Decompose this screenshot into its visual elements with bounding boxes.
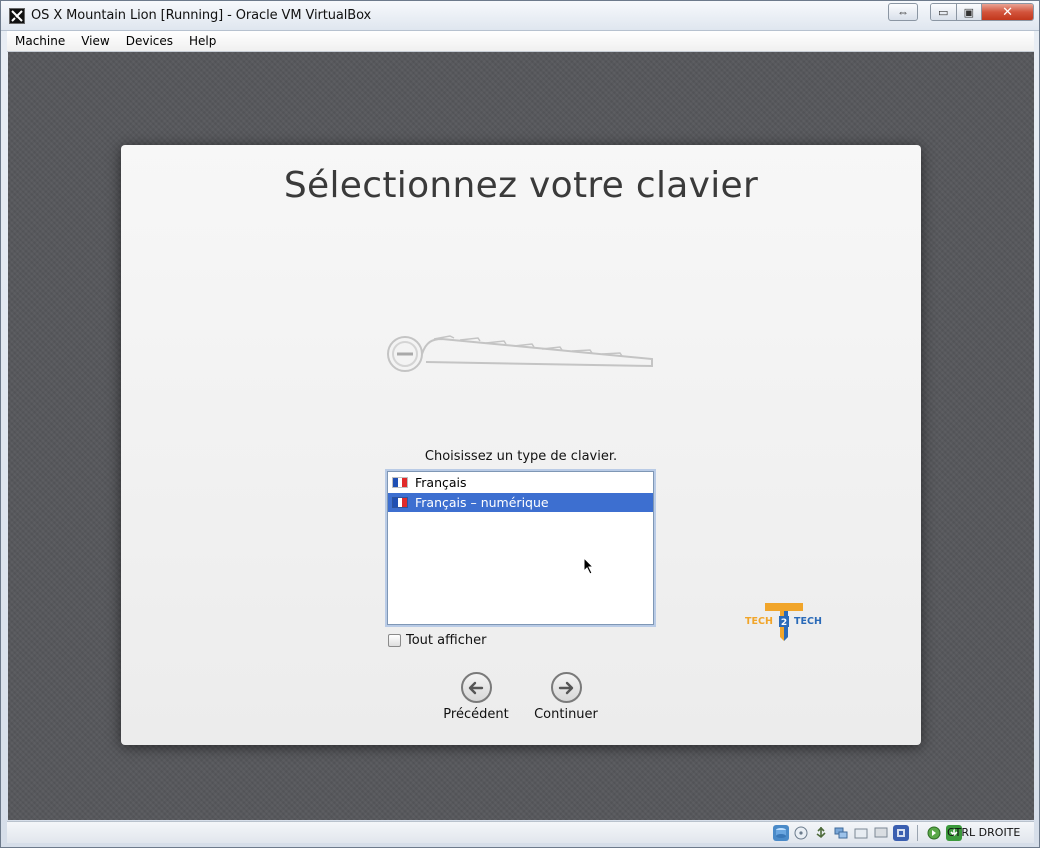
list-item-francais[interactable]: Français — [388, 473, 653, 492]
logo-digit: 2 — [781, 618, 787, 628]
network-icon[interactable] — [833, 825, 849, 841]
resize-button[interactable]: ⇔ — [888, 3, 918, 21]
list-item-label: Français — [415, 475, 467, 490]
arrow-right-icon — [550, 672, 582, 703]
menu-view[interactable]: View — [73, 31, 117, 52]
show-all-label: Tout afficher — [406, 633, 487, 648]
continue-label: Continuer — [534, 707, 598, 722]
status-bar: CTRL DROITE — [7, 821, 1034, 843]
title-bar[interactable]: OS X Mountain Lion [Running] - Oracle VM… — [1, 1, 1039, 31]
french-flag-icon — [392, 497, 408, 508]
tech2tech-logo: 2 TECH TECH — [739, 601, 829, 648]
status-separator — [917, 825, 918, 841]
status-icons — [773, 825, 962, 841]
back-label: Précédent — [443, 707, 509, 722]
display-icon[interactable] — [873, 825, 889, 841]
french-flag-icon — [392, 477, 408, 488]
guest-screen[interactable]: Sélectionnez votre clavier Choisissez un… — [8, 52, 1034, 820]
page-title: Sélectionnez votre clavier — [283, 165, 759, 206]
menu-machine[interactable]: Machine — [7, 31, 73, 52]
installer-panel: Sélectionnez votre clavier Choisissez un… — [121, 145, 921, 745]
keyboard-type-list[interactable]: Français Français – numérique — [387, 471, 654, 625]
minimize-icon: ▭ — [938, 6, 949, 19]
usb-icon[interactable] — [813, 825, 829, 841]
list-item-label: Français – numérique — [415, 495, 549, 510]
virtualbox-window: OS X Mountain Lion [Running] - Oracle VM… — [0, 0, 1040, 848]
virtualbox-icon — [9, 8, 25, 24]
show-all-checkbox[interactable] — [388, 634, 401, 647]
caption-buttons: ▭ ▣ ✕ — [930, 3, 1034, 21]
logo-text-left: TECH — [745, 616, 773, 627]
video-capture-icon[interactable] — [893, 825, 909, 841]
close-icon: ✕ — [1002, 4, 1013, 19]
mouse-cursor-icon — [583, 556, 595, 580]
show-all-option[interactable]: Tout afficher — [388, 633, 486, 648]
menu-help[interactable]: Help — [181, 31, 224, 52]
keyboard-icon — [386, 330, 656, 385]
continue-button[interactable]: Continuer — [521, 672, 611, 722]
optical-drive-icon[interactable] — [793, 825, 809, 841]
maximize-icon: ▣ — [963, 6, 974, 19]
hard-disk-icon[interactable] — [773, 825, 789, 841]
mouse-integration-icon[interactable] — [926, 825, 942, 841]
close-button[interactable]: ✕ — [982, 4, 1033, 20]
logo-text-right: TECH — [794, 616, 822, 627]
arrow-left-icon — [460, 672, 492, 703]
window-title: OS X Mountain Lion [Running] - Oracle VM… — [31, 8, 372, 23]
menu-bar: Machine View Devices Help — [7, 31, 1034, 52]
host-key-label: CTRL DROITE — [947, 826, 1021, 839]
shared-folders-icon[interactable] — [853, 825, 869, 841]
double-arrow-icon: ⇔ — [897, 5, 909, 19]
maximize-button[interactable]: ▣ — [956, 4, 983, 20]
menu-devices[interactable]: Devices — [118, 31, 181, 52]
back-button[interactable]: Précédent — [431, 672, 521, 722]
list-item-francais-numerique[interactable]: Français – numérique — [388, 493, 653, 512]
keyboard-type-prompt: Choisissez un type de clavier. — [424, 449, 618, 464]
minimize-button[interactable]: ▭ — [931, 4, 957, 20]
